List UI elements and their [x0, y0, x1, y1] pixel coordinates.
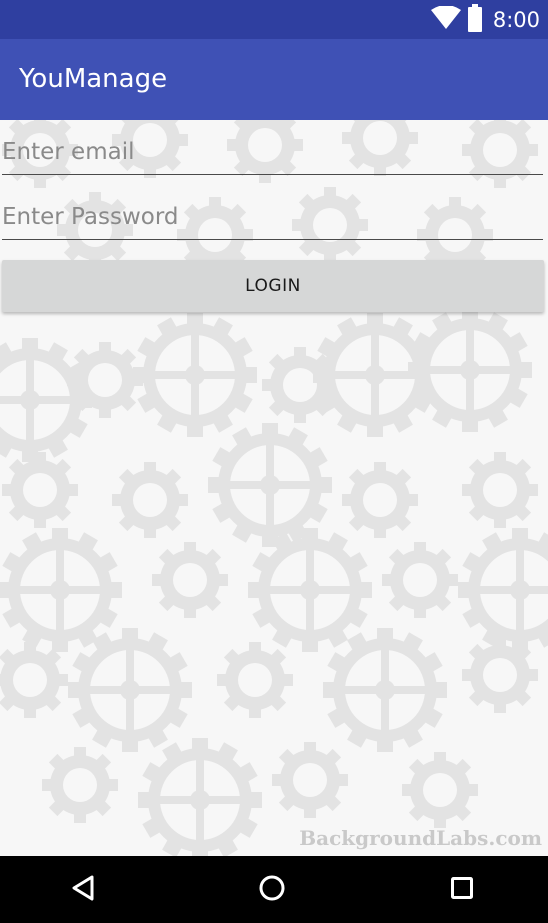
password-input[interactable] — [2, 195, 543, 239]
app-title: YouManage — [19, 64, 168, 94]
home-icon — [258, 874, 286, 906]
back-button[interactable] — [63, 870, 103, 910]
navigation-bar — [0, 856, 548, 923]
login-content: LOGIN BackgroundLabs.com — [0, 120, 548, 856]
status-bar: 8:00 — [0, 0, 548, 39]
battery-icon — [467, 3, 483, 36]
app-bar: YouManage — [0, 39, 548, 120]
email-field[interactable] — [2, 130, 543, 175]
recents-button[interactable] — [442, 870, 482, 910]
back-icon — [70, 874, 96, 906]
recents-icon — [450, 876, 474, 904]
login-button[interactable]: LOGIN — [2, 260, 544, 312]
login-button-label: LOGIN — [245, 276, 301, 296]
email-input[interactable] — [2, 130, 543, 174]
home-button[interactable] — [252, 870, 292, 910]
phone-screen: 8:00 YouManage Enter email LOGIN Backgro… — [0, 0, 548, 923]
status-time: 8:00 — [492, 7, 540, 32]
wifi-icon — [430, 4, 461, 34]
password-field[interactable] — [2, 195, 543, 240]
watermark: BackgroundLabs.com — [299, 826, 542, 850]
status-icons: 8:00 — [430, 0, 540, 39]
